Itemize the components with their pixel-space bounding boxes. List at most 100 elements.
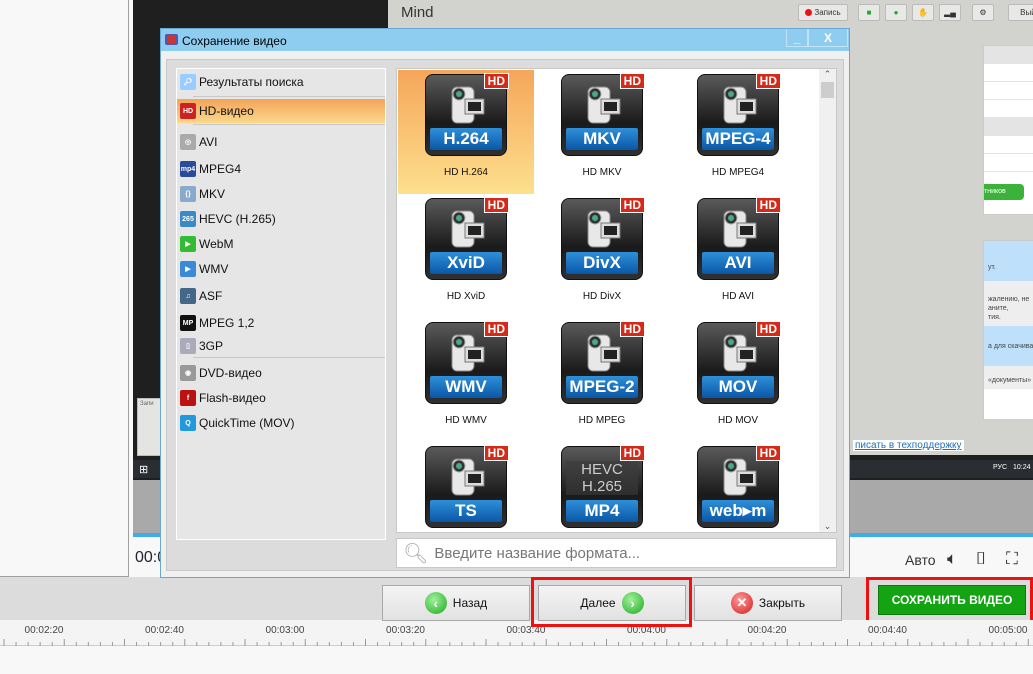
- format-tile[interactable]: HD DivX HD DivX: [534, 194, 670, 318]
- format-tile[interactable]: HD MPEG-2 HD MPEG: [534, 318, 670, 442]
- highlight-outline: [531, 577, 692, 627]
- sidebar-item[interactable]: ▯ 3GP: [177, 334, 385, 358]
- chat-message: а для скачивания: [984, 326, 1033, 366]
- gear-icon: ⚙: [972, 4, 994, 21]
- minimize-button[interactable]: _: [786, 29, 808, 47]
- camera-icon[interactable]: ⌷: [976, 549, 986, 569]
- sidebar-item[interactable]: mp4 MPEG4: [177, 157, 385, 181]
- fullscreen-icon[interactable]: ⛶: [1006, 549, 1018, 569]
- format-tile[interactable]: HD MOV HD MOV: [670, 318, 806, 442]
- hd-badge: HD: [755, 197, 781, 213]
- format-tile[interactable]: HD WMV HD WMV: [398, 318, 534, 442]
- asf-icon: ♫: [180, 288, 196, 304]
- sidebar-item-label: QuickTime (MOV): [199, 416, 295, 430]
- camcorder-glyph: [723, 86, 757, 124]
- divider: [193, 124, 385, 125]
- camcorder-glyph: [451, 210, 485, 248]
- speaker-icon[interactable]: 🔈︎: [947, 549, 957, 569]
- sidebar-item[interactable]: 265 HEVC (H.265): [177, 207, 385, 231]
- format-tile[interactable]: HD TS: [398, 442, 534, 532]
- format-search-input[interactable]: 🔍︎ Введите название формата...: [396, 538, 837, 568]
- hand-icon: ✋: [912, 4, 934, 21]
- sidebar-item[interactable]: ▶ WebM: [177, 232, 385, 256]
- sidebar-item-label: AVI: [199, 135, 218, 149]
- sidebar-item-label: Результаты поиска: [199, 75, 304, 89]
- timeline-ruler[interactable]: 00:02:20 00:02:40 00:03:00 00:03:20 00:03:40…: [0, 620, 1033, 646]
- hd-badge: HD: [619, 73, 645, 89]
- sidebar-item[interactable]: ◉ DVD-видео: [177, 361, 385, 385]
- chat-line: тия.: [988, 314, 1001, 321]
- sidebar-item-label: 3GP: [199, 339, 224, 353]
- format-code: MKV: [566, 128, 638, 150]
- format-grid: HD H.264 HD H.264 HD MKV HD MKV HD MPEG-4 HD MPE…: [396, 68, 837, 533]
- save-video-button[interactable]: СОХРАНИТЬ ВИДЕО: [878, 585, 1026, 615]
- camera-icon: ■: [858, 4, 880, 21]
- sidebar-item-label: WebM: [199, 237, 234, 251]
- sidebar-item[interactable]: f Flash-видео: [177, 386, 385, 410]
- format-tile[interactable]: HD web▸m: [670, 442, 806, 532]
- format-tile[interactable]: HD H.264 HD H.264: [398, 70, 534, 194]
- timeline-label: 00:02:20: [24, 625, 64, 636]
- format-tile[interactable]: HEVC H.265 HD MP4: [534, 442, 670, 532]
- timeline-label: 00:03:20: [386, 625, 425, 636]
- camcorder-icon: HD web▸m: [697, 445, 781, 528]
- scroll-thumb[interactable]: [821, 82, 834, 98]
- format-label: HD MPEG: [578, 415, 626, 426]
- app-icon: [165, 34, 178, 45]
- sidebar-item[interactable]: ▶ WMV: [177, 257, 385, 281]
- search-placeholder: Введите название формата...: [434, 544, 641, 562]
- format-code: H.264: [430, 128, 502, 150]
- camcorder-glyph: [587, 334, 621, 372]
- camcorder-icon: HD DivX: [561, 197, 645, 280]
- sidebar-item[interactable]: MP MPEG 1,2: [177, 311, 385, 335]
- format-tile[interactable]: HD AVI HD AVI: [670, 194, 806, 318]
- mind-title: Mind: [401, 4, 434, 21]
- exit-button: Выйти: [1008, 4, 1033, 21]
- arrow-left-icon: ‹: [424, 592, 447, 614]
- quality-selector[interactable]: Авто: [905, 552, 936, 568]
- camcorder-glyph: [587, 86, 621, 124]
- format-tile[interactable]: HD MPEG-4 HD MPEG4: [670, 70, 806, 194]
- camcorder-glyph: [451, 458, 485, 496]
- scroll-up-icon[interactable]: ⌃: [819, 69, 836, 80]
- ruler-ticks: [3, 639, 1029, 646]
- format-tile[interactable]: HD MKV HD MKV: [534, 70, 670, 194]
- phone-icon: ▯: [180, 338, 196, 354]
- record-label: Запись: [814, 8, 841, 17]
- sidebar-item-label: DVD-видео: [199, 366, 262, 380]
- grid-scrollbar[interactable]: ⌃ ⌄: [819, 69, 836, 532]
- sidebar-item-label: HD-видео: [199, 104, 254, 118]
- timeline-label: 00:02:40: [145, 625, 184, 636]
- chat-message: ут.: [984, 241, 1033, 281]
- sidebar-item[interactable]: {} MKV: [177, 182, 385, 206]
- format-label: HD XviD: [446, 291, 486, 302]
- sidebar-item-label: Flash-видео: [199, 391, 266, 405]
- format-code: MP4: [566, 500, 638, 522]
- scroll-down-icon[interactable]: ⌄: [819, 521, 836, 532]
- record-button: Запись: [798, 4, 848, 21]
- dialog-titlebar: Сохранение видео _ X: [161, 29, 849, 51]
- camcorder-icon: HD MPEG-2: [561, 321, 645, 404]
- quicktime-icon: Q: [180, 415, 196, 431]
- chat-line: жалению, не: [988, 296, 1030, 303]
- close-x-icon: ✕: [730, 592, 753, 614]
- sidebar-item[interactable]: ◎ AVI: [177, 130, 385, 154]
- film-reel-icon: ◎: [180, 134, 196, 150]
- format-tile[interactable]: HD XviD HD XviD: [398, 194, 534, 318]
- participant-row: [984, 82, 1033, 100]
- sidebar-item[interactable]: ♫ ASF: [177, 284, 385, 308]
- sidebar-item-label: ASF: [199, 289, 223, 303]
- format-code: DivX: [566, 252, 638, 274]
- sidebar-item[interactable]: 🔎︎ Результаты поиска: [177, 70, 385, 94]
- sidebar-item[interactable]: Q QuickTime (MOV): [177, 411, 385, 435]
- camcorder-glyph: [723, 458, 757, 496]
- hd-badge: HD: [619, 197, 645, 213]
- timeline-label: 00:03:00: [265, 625, 305, 636]
- hd-badge: HD: [755, 321, 781, 337]
- back-button[interactable]: ‹ Назад: [382, 585, 530, 621]
- close-button[interactable]: ✕ Закрыть: [694, 585, 842, 621]
- close-window-button[interactable]: X: [808, 29, 848, 47]
- format-code: MOV: [702, 376, 774, 398]
- sidebar-item[interactable]: HD HD-видео: [177, 99, 385, 123]
- format-label: HD MPEG4: [711, 167, 765, 178]
